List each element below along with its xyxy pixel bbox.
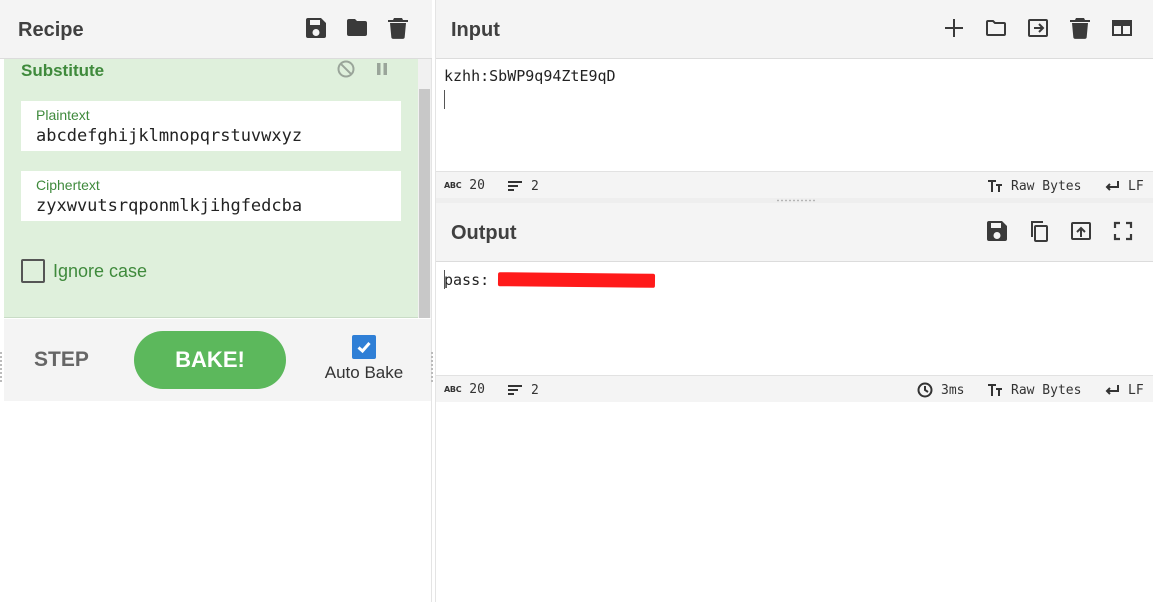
- ciphertext-input[interactable]: zyxwvutsrqponmlkjihgfedcba: [36, 196, 396, 216]
- auto-bake-toggle[interactable]: Auto Bake: [322, 335, 406, 383]
- pause-operation-icon[interactable]: [372, 59, 392, 79]
- output-eol-label: LF: [1128, 382, 1144, 398]
- recipe-title: Recipe: [18, 19, 84, 41]
- open-folder-sign-in-icon[interactable]: [1026, 16, 1050, 40]
- substitute-operation[interactable]: Substitute Plaintext abcdefghijklmnopqrs…: [4, 59, 418, 318]
- output-text[interactable]: pass:: [444, 271, 489, 289]
- add-input-tab-plus-icon[interactable]: [942, 16, 966, 40]
- cyberchef-app: Recipe Substitute Plaintext abcdefghijkl…: [0, 0, 1153, 602]
- output-line-count-value: 2: [531, 382, 539, 398]
- save-recipe-icon[interactable]: [304, 16, 328, 40]
- checkmark-icon: [357, 342, 371, 354]
- ignore-case-label: Ignore case: [53, 260, 148, 281]
- load-recipe-folder-icon[interactable]: [345, 16, 369, 40]
- plaintext-field[interactable]: Plaintext abcdefghijklmnopqrstuvwxyz: [21, 101, 401, 151]
- output-encoding-selector[interactable]: Raw Bytes: [987, 382, 1081, 398]
- plaintext-input[interactable]: abcdefghijklmnopqrstuvwxyz: [36, 126, 396, 146]
- output-encoding-label: Raw Bytes: [1011, 382, 1082, 398]
- fullscreen-icon[interactable]: [1111, 219, 1135, 243]
- input-encoding-selector[interactable]: Raw Bytes: [987, 178, 1081, 194]
- input-char-count-value: 20: [469, 178, 485, 193]
- ciphertext-field[interactable]: Ciphertext zyxwvutsrqponmlkjihgfedcba: [21, 171, 401, 221]
- replace-input-icon[interactable]: [1069, 219, 1093, 243]
- plaintext-label: Plaintext: [36, 107, 90, 123]
- io-panel: Input kzhh:SbWP9q94ZtE9qD ABC 20 2 Raw B…: [435, 0, 1153, 602]
- recipe-scrollbar[interactable]: [418, 59, 431, 318]
- input-line-count-value: 2: [531, 178, 539, 194]
- ignore-case-option[interactable]: Ignore case: [21, 259, 147, 283]
- bake-controls: STEP BAKE! Auto Bake: [4, 319, 431, 401]
- output-title: Output: [451, 222, 517, 244]
- copy-output-icon[interactable]: [1027, 219, 1051, 243]
- input-char-count: ABC 20: [444, 178, 485, 193]
- text-format-icon: [987, 178, 1003, 194]
- operation-name: Substitute: [21, 61, 105, 80]
- left-resize-handle[interactable]: [0, 352, 3, 382]
- input-status-bar: ABC 20 2 Raw Bytes LF: [436, 171, 1153, 198]
- disable-operation-icon[interactable]: [336, 59, 356, 79]
- input-caret: [444, 90, 445, 109]
- clear-input-trash-icon[interactable]: [1068, 16, 1092, 40]
- open-file-folder-icon[interactable]: [984, 16, 1008, 40]
- input-textarea[interactable]: kzhh:SbWP9q94ZtE9qD: [444, 67, 616, 85]
- column-resize-handle[interactable]: [431, 352, 434, 382]
- input-eol-selector[interactable]: LF: [1104, 178, 1144, 194]
- input-encoding-label: Raw Bytes: [1011, 178, 1082, 194]
- clear-recipe-trash-icon[interactable]: [386, 16, 410, 40]
- save-output-icon[interactable]: [985, 219, 1009, 243]
- recipe-panel: Recipe Substitute Plaintext abcdefghijkl…: [0, 0, 432, 602]
- auto-bake-checkbox[interactable]: [352, 335, 376, 359]
- step-button[interactable]: STEP: [34, 348, 89, 372]
- recipe-scrollbar-thumb[interactable]: [419, 89, 430, 318]
- ciphertext-label: Ciphertext: [36, 177, 100, 193]
- input-line-count: 2: [507, 178, 539, 194]
- text-format-icon: [987, 382, 1003, 398]
- output-status-bar: ABC 20 2 3ms Raw Bytes LF: [436, 375, 1153, 402]
- redaction-mark: [497, 272, 656, 288]
- ignore-case-checkbox[interactable]: [21, 259, 45, 283]
- abc-icon: ABC: [444, 181, 462, 190]
- keyboard-return-icon: [1104, 382, 1120, 398]
- io-resize-handle[interactable]: [776, 199, 816, 202]
- bake-button[interactable]: BAKE!: [134, 331, 286, 389]
- clock-icon: [917, 382, 933, 398]
- input-header: Input: [436, 0, 1153, 59]
- output-line-count: 2: [507, 382, 539, 398]
- output-char-count-value: 20: [469, 382, 485, 397]
- lines-icon: [507, 178, 523, 194]
- recipe-header-icons: [304, 16, 410, 40]
- output-char-count: ABC 20: [444, 382, 485, 397]
- lines-icon: [507, 382, 523, 398]
- keyboard-return-icon: [1104, 178, 1120, 194]
- input-eol-label: LF: [1128, 178, 1144, 194]
- recipe-header: Recipe: [0, 0, 432, 59]
- auto-bake-label: Auto Bake: [324, 363, 404, 382]
- output-header: Output: [436, 203, 1153, 262]
- output-header-icons: [985, 219, 1135, 243]
- abc-icon: ABC: [444, 385, 462, 394]
- bake-time-value: 3ms: [941, 382, 965, 398]
- output-eol-selector[interactable]: LF: [1104, 382, 1144, 398]
- reset-layout-icon[interactable]: [1110, 16, 1134, 40]
- bake-time: 3ms: [917, 382, 964, 398]
- input-header-icons: [942, 16, 1134, 40]
- input-title: Input: [451, 19, 500, 41]
